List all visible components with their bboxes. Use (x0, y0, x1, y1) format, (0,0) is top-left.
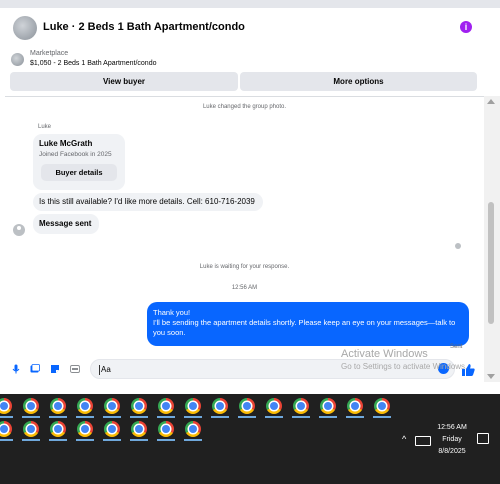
notification-icon[interactable] (477, 433, 489, 444)
buyer-card: Luke McGrath Joined Facebook in 2025 Buy… (33, 134, 125, 190)
sender-name: Luke (38, 124, 52, 130)
system-message: Luke changed the group photo. (202, 104, 287, 110)
taskbar-app-indicator (319, 416, 337, 418)
buyer-details-button[interactable]: Buyer details (41, 164, 117, 181)
window-top-bar (0, 0, 500, 8)
chrome-icon[interactable] (77, 421, 93, 437)
microphone-icon[interactable] (11, 364, 21, 374)
message-thread: Luke changed the group photo. Luke Luke … (5, 98, 484, 354)
chrome-icon[interactable] (0, 421, 12, 437)
watermark-subtitle: Go to Settings to activate Windows. (341, 362, 468, 371)
group-avatar[interactable] (13, 16, 37, 40)
chrome-icon[interactable] (347, 398, 363, 414)
chrome-icon[interactable] (158, 421, 174, 437)
listing-thumbnail[interactable] (11, 53, 24, 66)
clock-time[interactable]: 12:56 AM (433, 424, 471, 431)
outgoing-line: Thank you! (153, 308, 191, 317)
activation-watermark: Activate Windows Go to Settings to activ… (341, 348, 467, 371)
chrome-icon[interactable] (185, 398, 201, 414)
chrome-icon[interactable] (320, 398, 336, 414)
buyer-name: Luke McGrath (39, 139, 93, 148)
taskbar-app-indicator (292, 416, 310, 418)
clock-date[interactable]: 8/8/2025 (433, 448, 471, 455)
taskbar-app-indicator (184, 439, 202, 441)
taskbar-app-indicator (238, 416, 256, 418)
conversation-header: Luke · 2 Beds 1 Bath Apartment/condo i (5, 8, 484, 47)
taskbar-app-indicator (49, 416, 67, 418)
chrome-icon[interactable] (0, 398, 12, 414)
taskbar-app-indicator (22, 416, 40, 418)
marketplace-label: Marketplace (30, 50, 69, 57)
chrome-icon[interactable] (185, 421, 201, 437)
outgoing-message[interactable]: Thank you! I'll be sending the apartment… (147, 302, 469, 346)
taskbar-app-indicator (0, 416, 13, 418)
sender-avatar[interactable] (13, 224, 25, 236)
gallery-icon[interactable] (30, 364, 40, 374)
taskbar-app-indicator (157, 439, 175, 441)
listing-title[interactable]: $1,050 - 2 Beds 1 Bath Apartment/condo (30, 60, 156, 67)
taskbar-app-indicator (184, 416, 202, 418)
outgoing-line: I'll be sending the apartment details sh… (153, 318, 456, 337)
info-icon[interactable]: i (460, 21, 472, 33)
clock-day[interactable]: Friday (433, 436, 471, 443)
incoming-message[interactable]: Message sent (33, 214, 99, 234)
chrome-icon[interactable] (266, 398, 282, 414)
marketplace-banner: Marketplace $1,050 - 2 Beds 1 Bath Apart… (5, 46, 484, 97)
chrome-icon[interactable] (23, 398, 39, 414)
taskbar-app-indicator (22, 439, 40, 441)
more-options-button[interactable]: More options (240, 72, 477, 91)
chrome-icon[interactable] (131, 421, 147, 437)
chrome-icon[interactable] (104, 398, 120, 414)
scroll-thumb[interactable] (488, 202, 494, 324)
taskbar-app-indicator (103, 416, 121, 418)
view-buyer-button[interactable]: View buyer (10, 72, 238, 91)
taskbar-app-indicator (76, 416, 94, 418)
scrollbar[interactable] (484, 96, 500, 382)
chrome-icon[interactable] (131, 398, 147, 414)
taskbar-app-indicator (130, 439, 148, 441)
chrome-icon[interactable] (23, 421, 39, 437)
taskbar-app-indicator (103, 439, 121, 441)
message-input-placeholder: Aa (101, 365, 111, 374)
taskbar-app-indicator (0, 439, 13, 441)
chrome-icon[interactable] (77, 398, 93, 414)
conversation-title[interactable]: Luke · 2 Beds 1 Bath Apartment/condo (43, 21, 245, 33)
watermark-title: Activate Windows (341, 348, 428, 360)
gif-icon[interactable] (70, 364, 80, 374)
chrome-icon[interactable] (293, 398, 309, 414)
chrome-icon[interactable] (50, 421, 66, 437)
incoming-message[interactable]: Is this still available? I'd like more d… (33, 193, 263, 211)
buyer-joined: Joined Facebook in 2025 (39, 151, 112, 158)
taskbar-app-indicator (157, 416, 175, 418)
chrome-icon[interactable] (374, 398, 390, 414)
chrome-icon[interactable] (212, 398, 228, 414)
taskbar-app-indicator (373, 416, 391, 418)
chrome-icon[interactable] (50, 398, 66, 414)
taskbar-app-indicator (265, 416, 283, 418)
chrome-icon[interactable] (239, 398, 255, 414)
chrome-icon[interactable] (158, 398, 174, 414)
waiting-notice: Luke is waiting for your response. (199, 264, 290, 270)
taskbar-app-indicator (211, 416, 229, 418)
taskbar-app-indicator (49, 439, 67, 441)
timestamp: 12:56 AM (231, 285, 258, 291)
taskbar-app-indicator (76, 439, 94, 441)
taskbar-app-indicator (346, 416, 364, 418)
scroll-up-arrow[interactable] (487, 99, 495, 104)
seen-indicator (455, 243, 461, 249)
taskbar-app-indicator (130, 416, 148, 418)
sticker-icon[interactable] (50, 364, 60, 374)
messenger-window: Luke · 2 Beds 1 Bath Apartment/condo i M… (0, 0, 500, 394)
keyboard-icon[interactable] (415, 436, 431, 446)
chevron-up-icon[interactable]: ^ (402, 434, 406, 444)
chrome-icon[interactable] (104, 421, 120, 437)
scroll-down-arrow[interactable] (487, 374, 495, 379)
